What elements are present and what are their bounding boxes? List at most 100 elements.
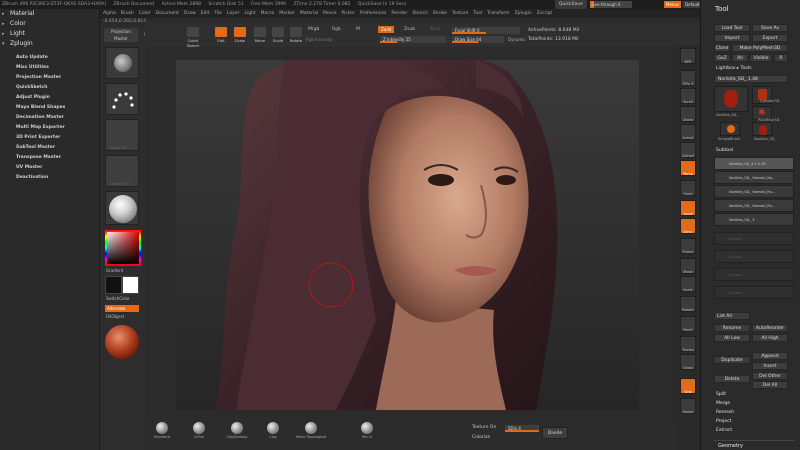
- split-section[interactable]: Split: [716, 392, 726, 397]
- material-selector[interactable]: [105, 191, 139, 225]
- shelf-frame-button[interactable]: Frame: [680, 238, 696, 254]
- shelf-aahalf-button[interactable]: AAHalf: [680, 142, 696, 158]
- zplugin-item[interactable]: Decimation Master: [0, 113, 100, 123]
- menu-file[interactable]: File: [214, 11, 222, 16]
- shelf-scroll-button[interactable]: Scroll: [680, 88, 696, 104]
- menu-document[interactable]: Document: [156, 11, 179, 16]
- shelf-solo-button[interactable]: Solo: [680, 378, 696, 394]
- load-tool-button[interactable]: Load Tool: [714, 24, 750, 32]
- clone-button[interactable]: Clone: [714, 44, 730, 52]
- matcap-red-wax-icon[interactable]: [105, 325, 139, 359]
- menu-zscript[interactable]: Zscript: [537, 11, 553, 16]
- fill-object-button[interactable]: FillObject: [106, 314, 124, 319]
- subtool-item[interactable]: Norikita_SD_ Hamaki_Ro...: [714, 199, 794, 212]
- shelf-persp-button[interactable]: Persp: [680, 160, 696, 176]
- menu-render[interactable]: Render: [391, 11, 407, 16]
- menu-layer[interactable]: Layer: [227, 11, 240, 16]
- del-all-button[interactable]: Del All: [752, 381, 788, 389]
- del-other-button[interactable]: Del Other: [752, 372, 788, 380]
- delete-button[interactable]: Delete: [714, 375, 750, 383]
- shelf-transp-button[interactable]: Transp: [680, 336, 696, 352]
- brush-pen-a[interactable]: Pen A: [355, 422, 379, 444]
- shelf-xpose-button[interactable]: Xpose: [680, 398, 696, 414]
- zplugin-item[interactable]: Projection Master: [0, 73, 100, 83]
- subtool-item[interactable]: Norikita_SD_X-1.0.3E: [714, 157, 794, 170]
- shelf-gxyz-button[interactable]: Gxyz: [680, 218, 696, 234]
- palette-material[interactable]: ▸ Material: [0, 9, 99, 19]
- scale-button[interactable]: Scale: [270, 27, 286, 44]
- z-intensity-slider[interactable]: Z Intensity 25: [380, 36, 446, 43]
- menu-marker[interactable]: Marker: [279, 11, 295, 16]
- menu-stroke[interactable]: Stroke: [433, 11, 447, 16]
- zplugin-item[interactable]: Misc Utilities: [0, 63, 100, 73]
- shelf-zoom-button[interactable]: Zoom: [680, 106, 696, 122]
- zplugin-item[interactable]: Multi Map Exporter: [0, 123, 100, 133]
- divide-button[interactable]: Divide: [542, 427, 568, 439]
- alternate-button[interactable]: Alternate: [105, 305, 139, 312]
- zplugin-item[interactable]: Maya Blend Shapes: [0, 103, 100, 113]
- menus-button[interactable]: Menus: [664, 1, 682, 8]
- extract-section[interactable]: Extract: [716, 428, 732, 433]
- menu-light[interactable]: Light: [244, 11, 255, 16]
- shelf-polyf-button[interactable]: PolyF: [680, 316, 696, 332]
- export-button[interactable]: Export: [752, 34, 788, 42]
- shelf-rotate-button[interactable]: Rotate: [680, 296, 696, 312]
- subtool-section-header[interactable]: Subtool: [714, 146, 794, 156]
- project-section[interactable]: Project: [716, 419, 731, 424]
- zcut-button[interactable]: Zcut: [430, 27, 440, 32]
- current-tool-slider[interactable]: Norikita_SD_ 1.48: [714, 75, 788, 83]
- lightbox-tools-label[interactable]: Lightbox ▸ Tools: [716, 66, 752, 71]
- zplugin-item[interactable]: SubTool Master: [0, 143, 100, 153]
- menu-draw[interactable]: Draw: [184, 11, 196, 16]
- tool-palette-title[interactable]: Tool: [701, 2, 800, 16]
- menu-transform[interactable]: Transform: [487, 11, 509, 16]
- main-color-swatch[interactable]: [105, 276, 122, 294]
- shelf-ghost-button[interactable]: Ghost: [680, 354, 696, 370]
- import-button[interactable]: Import: [714, 34, 750, 42]
- menu-preferences[interactable]: Preferences: [360, 11, 386, 16]
- menu-zplugin[interactable]: Zplugin: [515, 11, 532, 16]
- menu-color[interactable]: Color: [139, 11, 151, 16]
- shelf-local-button[interactable]: Local: [680, 200, 696, 216]
- tool-thumb-simplebrush[interactable]: [720, 122, 740, 136]
- menu-brush[interactable]: Brush: [121, 11, 134, 16]
- menu-alpha[interactable]: Alpha: [103, 11, 116, 16]
- menu-tool[interactable]: Tool: [473, 11, 482, 16]
- edit-button[interactable]: Edit: [213, 27, 229, 44]
- zadd-button[interactable]: Zadd: [378, 26, 395, 33]
- switch-color-button[interactable]: SwitchColor: [106, 296, 130, 301]
- document-canvas[interactable]: [176, 60, 639, 410]
- merge-section[interactable]: Merge: [716, 401, 730, 406]
- zplugin-item[interactable]: Auto Update: [0, 53, 100, 63]
- visible-button[interactable]: Visible: [750, 54, 772, 62]
- zplugin-item[interactable]: 3D Print Exporter: [0, 133, 100, 143]
- tool-thumb-norikita[interactable]: [752, 122, 772, 136]
- rgb-button[interactable]: Rgb: [332, 27, 341, 32]
- rotate-button[interactable]: Rotate: [288, 27, 304, 44]
- menu-stencil[interactable]: Stencil: [412, 11, 427, 16]
- shelf-move-button[interactable]: Move: [680, 258, 696, 274]
- move-button[interactable]: Move: [252, 27, 268, 44]
- draw-size-slider[interactable]: Draw Size 64: [452, 36, 504, 43]
- secondary-color-swatch[interactable]: [122, 276, 139, 294]
- brush-inflat[interactable]: InFlat: [187, 422, 211, 444]
- mrgb-button[interactable]: Mrgb: [308, 27, 319, 32]
- menu-movie[interactable]: Movie: [323, 11, 336, 16]
- projection-master-button[interactable]: Projection Master: [104, 28, 138, 42]
- save-as-button[interactable]: Save As: [752, 24, 788, 32]
- r-button[interactable]: R: [774, 54, 788, 62]
- make-polymesh-button[interactable]: Make PolyMesh3D: [732, 44, 788, 52]
- palette-light[interactable]: ▸ Light: [0, 29, 99, 39]
- menu-texture[interactable]: Texture: [452, 11, 468, 16]
- stroke-selector[interactable]: [105, 83, 139, 115]
- menu-picker[interactable]: Picker: [341, 11, 354, 16]
- m-button[interactable]: M: [356, 27, 360, 32]
- zsub-button[interactable]: Zsub: [404, 27, 415, 32]
- quick-sketch-button[interactable]: Quick Sketch: [185, 27, 201, 48]
- menu-edit[interactable]: Edit: [201, 11, 210, 16]
- all-high-button[interactable]: All High: [752, 334, 788, 342]
- colorize-toggle[interactable]: Colorize: [472, 435, 490, 440]
- subtool-item[interactable]: Norikita_SD_ 3: [714, 213, 794, 226]
- menu-material[interactable]: Material: [300, 11, 318, 16]
- zplugin-item[interactable]: UV Master: [0, 163, 100, 173]
